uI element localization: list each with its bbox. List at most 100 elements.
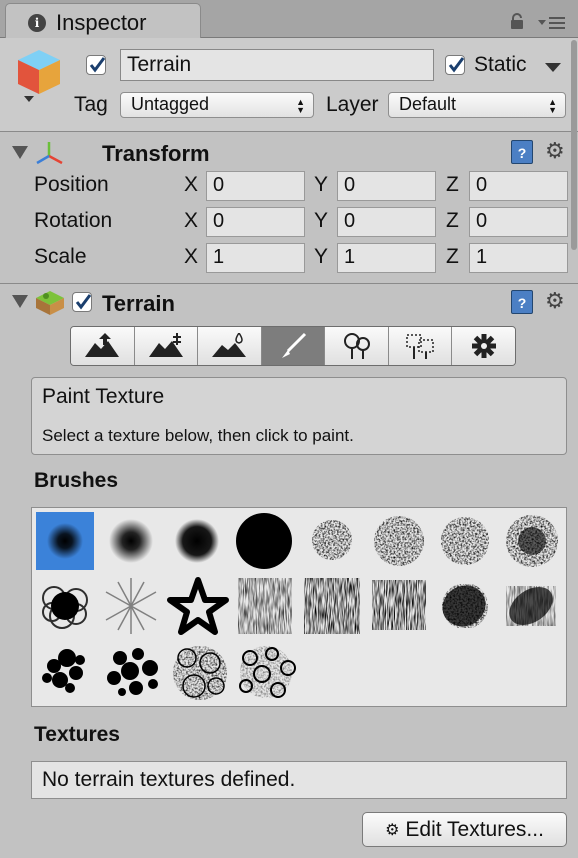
context-menu-icon[interactable] — [538, 14, 568, 32]
scale-z-label: Z — [446, 245, 459, 268]
terrain-title: Terrain — [102, 291, 175, 316]
updown-arrows-icon: ▲ ▼ — [548, 97, 557, 115]
tool-paint-texture[interactable] — [261, 327, 326, 365]
scale-x-label: X — [184, 245, 199, 268]
tag-dropdown[interactable]: Untagged ▲ ▼ — [120, 92, 314, 118]
edit-textures-button[interactable]: ⚙ Edit Textures... — [362, 812, 567, 847]
brush-18[interactable] — [107, 648, 158, 696]
terrain-foldout-icon[interactable] — [12, 295, 28, 314]
paint-height-icon — [148, 333, 183, 357]
brush-11[interactable] — [167, 577, 229, 635]
inspector-tab[interactable]: i Inspector — [5, 3, 201, 38]
help-book-icon[interactable]: ? — [511, 290, 533, 314]
rotation-y-label: Y — [314, 209, 329, 232]
scrollbar[interactable] — [570, 40, 578, 260]
brush-10[interactable] — [105, 578, 157, 634]
layer-label: Layer — [326, 93, 379, 116]
position-z-label: Z — [446, 173, 459, 196]
smooth-height-icon — [212, 333, 247, 357]
gear-icon: ⚙ — [385, 821, 400, 839]
static-label: Static — [474, 53, 527, 76]
brush-8[interactable] — [504, 514, 560, 568]
tool-terrain-settings[interactable] — [452, 327, 515, 365]
rotation-x-field[interactable]: 0 — [206, 207, 305, 237]
tool-title: Paint Texture — [42, 385, 165, 408]
brushes-label: Brushes — [34, 469, 119, 492]
static-checkbox[interactable] — [445, 55, 465, 75]
layer-value: Default — [399, 94, 457, 114]
updown-arrows-icon: ▲ ▼ — [296, 97, 305, 115]
brush-3[interactable] — [175, 519, 219, 563]
tool-place-trees[interactable] — [325, 327, 389, 365]
raise-lower-terrain-icon — [85, 333, 120, 357]
scale-y-label: Y — [314, 245, 329, 268]
tab-title: Inspector — [56, 10, 147, 35]
lock-icon[interactable] — [510, 13, 524, 34]
terrain-enabled-checkbox[interactable] — [72, 292, 92, 312]
static-dropdown-icon[interactable] — [545, 60, 561, 78]
scale-z-field[interactable]: 1 — [469, 243, 568, 273]
tool-raise-lower[interactable] — [71, 327, 135, 365]
object-name-field[interactable]: Terrain — [120, 49, 434, 81]
paint-details-icon — [406, 334, 434, 359]
brush-14[interactable] — [372, 580, 426, 630]
position-y-field[interactable]: 0 — [337, 171, 436, 201]
terrain-component-icon — [34, 289, 66, 322]
transform-icon — [36, 140, 64, 171]
brush-12[interactable] — [238, 578, 292, 634]
info-icon: i — [28, 14, 46, 32]
position-x-label: X — [184, 173, 199, 196]
position-x-field[interactable]: 0 — [206, 171, 305, 201]
brush-13[interactable] — [304, 578, 360, 634]
gameobject-icon[interactable] — [16, 48, 62, 109]
terrain-tool-toolbar — [70, 326, 516, 366]
brush-15[interactable] — [435, 578, 493, 635]
component-settings-gear-icon[interactable]: ⚙ — [545, 288, 565, 314]
brush-7[interactable] — [438, 514, 492, 568]
brush-1[interactable] — [36, 512, 94, 570]
rotation-z-label: Z — [446, 209, 459, 232]
rotation-label: Rotation — [34, 209, 113, 232]
brush-9[interactable] — [42, 586, 88, 629]
tool-hint: Select a texture below, then click to pa… — [42, 426, 354, 445]
position-y-label: Y — [314, 173, 329, 196]
terrain-settings-icon — [471, 334, 496, 358]
textures-label: Textures — [34, 723, 120, 746]
scale-label: Scale — [34, 245, 87, 268]
tag-value: Untagged — [131, 94, 210, 114]
tab-bar: i Inspector — [0, 0, 578, 38]
layer-dropdown[interactable]: Default ▲ ▼ — [388, 92, 566, 118]
brush-20[interactable] — [238, 644, 296, 700]
brush-16[interactable] — [502, 579, 560, 633]
position-z-field[interactable]: 0 — [469, 171, 568, 201]
tool-paint-details[interactable] — [388, 327, 453, 365]
brush-4[interactable] — [236, 513, 292, 569]
rotation-z-field[interactable]: 0 — [469, 207, 568, 237]
tag-label: Tag — [74, 93, 108, 116]
tool-paint-height[interactable] — [134, 327, 199, 365]
transform-title: Transform — [102, 141, 210, 166]
active-checkbox[interactable] — [86, 55, 106, 75]
brush-2[interactable] — [109, 519, 153, 563]
object-header: Terrain Static Tag Untagged ▲ ▼ Layer Def… — [0, 38, 578, 132]
component-settings-gear-icon[interactable]: ⚙ — [545, 138, 565, 164]
brush-grid — [31, 507, 567, 707]
tool-smooth-height[interactable] — [198, 327, 262, 365]
edit-textures-label: Edit Textures... — [405, 817, 544, 841]
help-book-icon[interactable]: ? — [511, 140, 533, 164]
rotation-y-field[interactable]: 0 — [337, 207, 436, 237]
section-divider — [0, 283, 578, 284]
brush-6[interactable] — [372, 514, 426, 568]
place-trees-icon — [343, 333, 370, 359]
scale-x-field[interactable]: 1 — [206, 243, 305, 273]
paint-texture-icon — [282, 332, 307, 358]
brush-17[interactable] — [42, 649, 85, 693]
rotation-x-label: X — [184, 209, 199, 232]
position-label: Position — [34, 173, 109, 196]
brush-5[interactable] — [310, 518, 354, 562]
brush-19[interactable] — [172, 644, 228, 702]
transform-foldout-icon[interactable] — [12, 146, 28, 165]
textures-empty-message: No terrain textures defined. — [31, 761, 567, 799]
scale-y-field[interactable]: 1 — [337, 243, 436, 273]
tool-info-box: Paint Texture Select a texture below, th… — [31, 377, 567, 455]
